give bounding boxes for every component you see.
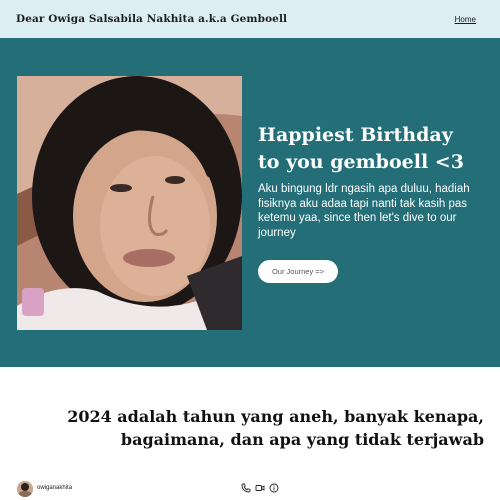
section-heading: 2024 adalah tahun yang aneh, banyak kena…: [34, 405, 484, 451]
avatar[interactable]: [17, 481, 33, 497]
section-heading-line1: 2024 adalah tahun yang aneh, banyak kena…: [67, 407, 484, 426]
hero-body-text: Aku bingung ldr ngasih apa duluu, hadiah…: [258, 183, 470, 239]
username[interactable]: owiganakhita: [37, 485, 72, 491]
our-journey-button[interactable]: Our Journey =>: [258, 260, 338, 283]
section-heading-line2: bagaimana, dan apa yang tidak terjawab: [120, 430, 484, 449]
video-icon[interactable]: [255, 483, 265, 493]
site-title: Dear Owiga Salsabila Nakhita a.k.a Gembo…: [16, 13, 288, 25]
footer-bar: owiganakhita: [0, 476, 500, 500]
hero-heading-line1: Happiest Birthday: [258, 124, 453, 146]
top-bar: Dear Owiga Salsabila Nakhita a.k.a Gembo…: [0, 0, 500, 38]
phone-icon[interactable]: [241, 483, 251, 493]
hero-heading: Happiest Birthday to you gemboell <3: [258, 122, 488, 176]
nav-home-link[interactable]: Home: [455, 15, 476, 24]
hero-heading-line2: to you gemboell <3: [258, 151, 464, 173]
footer-icons: [241, 483, 279, 493]
info-icon[interactable]: [269, 483, 279, 493]
hero-section: Happiest Birthday to you gemboell <3 Aku…: [0, 38, 500, 367]
portrait-photo: [17, 76, 242, 330]
